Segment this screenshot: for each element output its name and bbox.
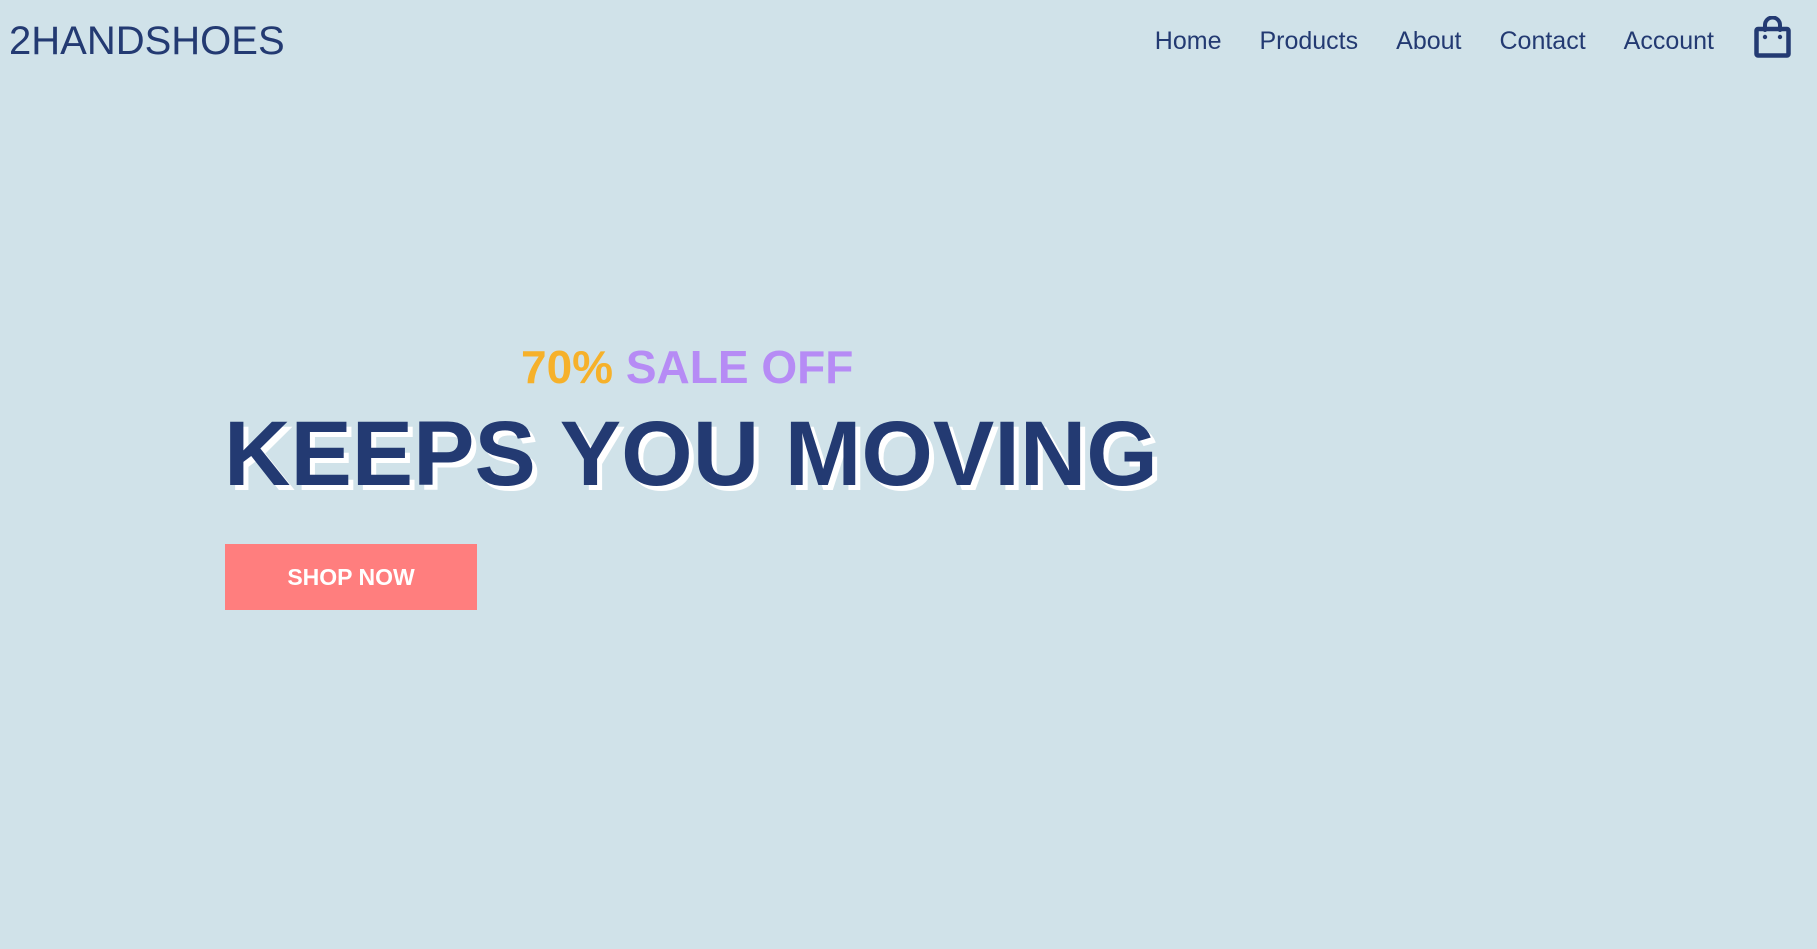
nav-item-contact[interactable]: Contact <box>1499 25 1585 57</box>
shopping-bag-icon <box>1754 15 1791 58</box>
discount-percent: 70% <box>521 341 614 393</box>
nav-item-home[interactable]: Home <box>1155 25 1222 57</box>
hero-subheading: 70% SALE OFF <box>521 341 853 393</box>
nav-item-account[interactable]: Account <box>1624 25 1714 57</box>
sale-label: SALE OFF <box>625 341 854 393</box>
shop-now-button[interactable]: SHOP NOW <box>225 544 477 610</box>
main-nav: Home Products About Contact Account <box>1117 25 1714 57</box>
page: 2HANDSHOES Home Products About Contact A… <box>0 0 1817 949</box>
nav-item-products[interactable]: Products <box>1259 25 1358 57</box>
cart-button[interactable] <box>1754 15 1791 58</box>
nav-item-about[interactable]: About <box>1396 25 1461 57</box>
brand-logo[interactable]: 2HANDSHOES <box>9 17 285 65</box>
hero-headline: KEEPS YOU MOVING <box>224 403 1158 505</box>
